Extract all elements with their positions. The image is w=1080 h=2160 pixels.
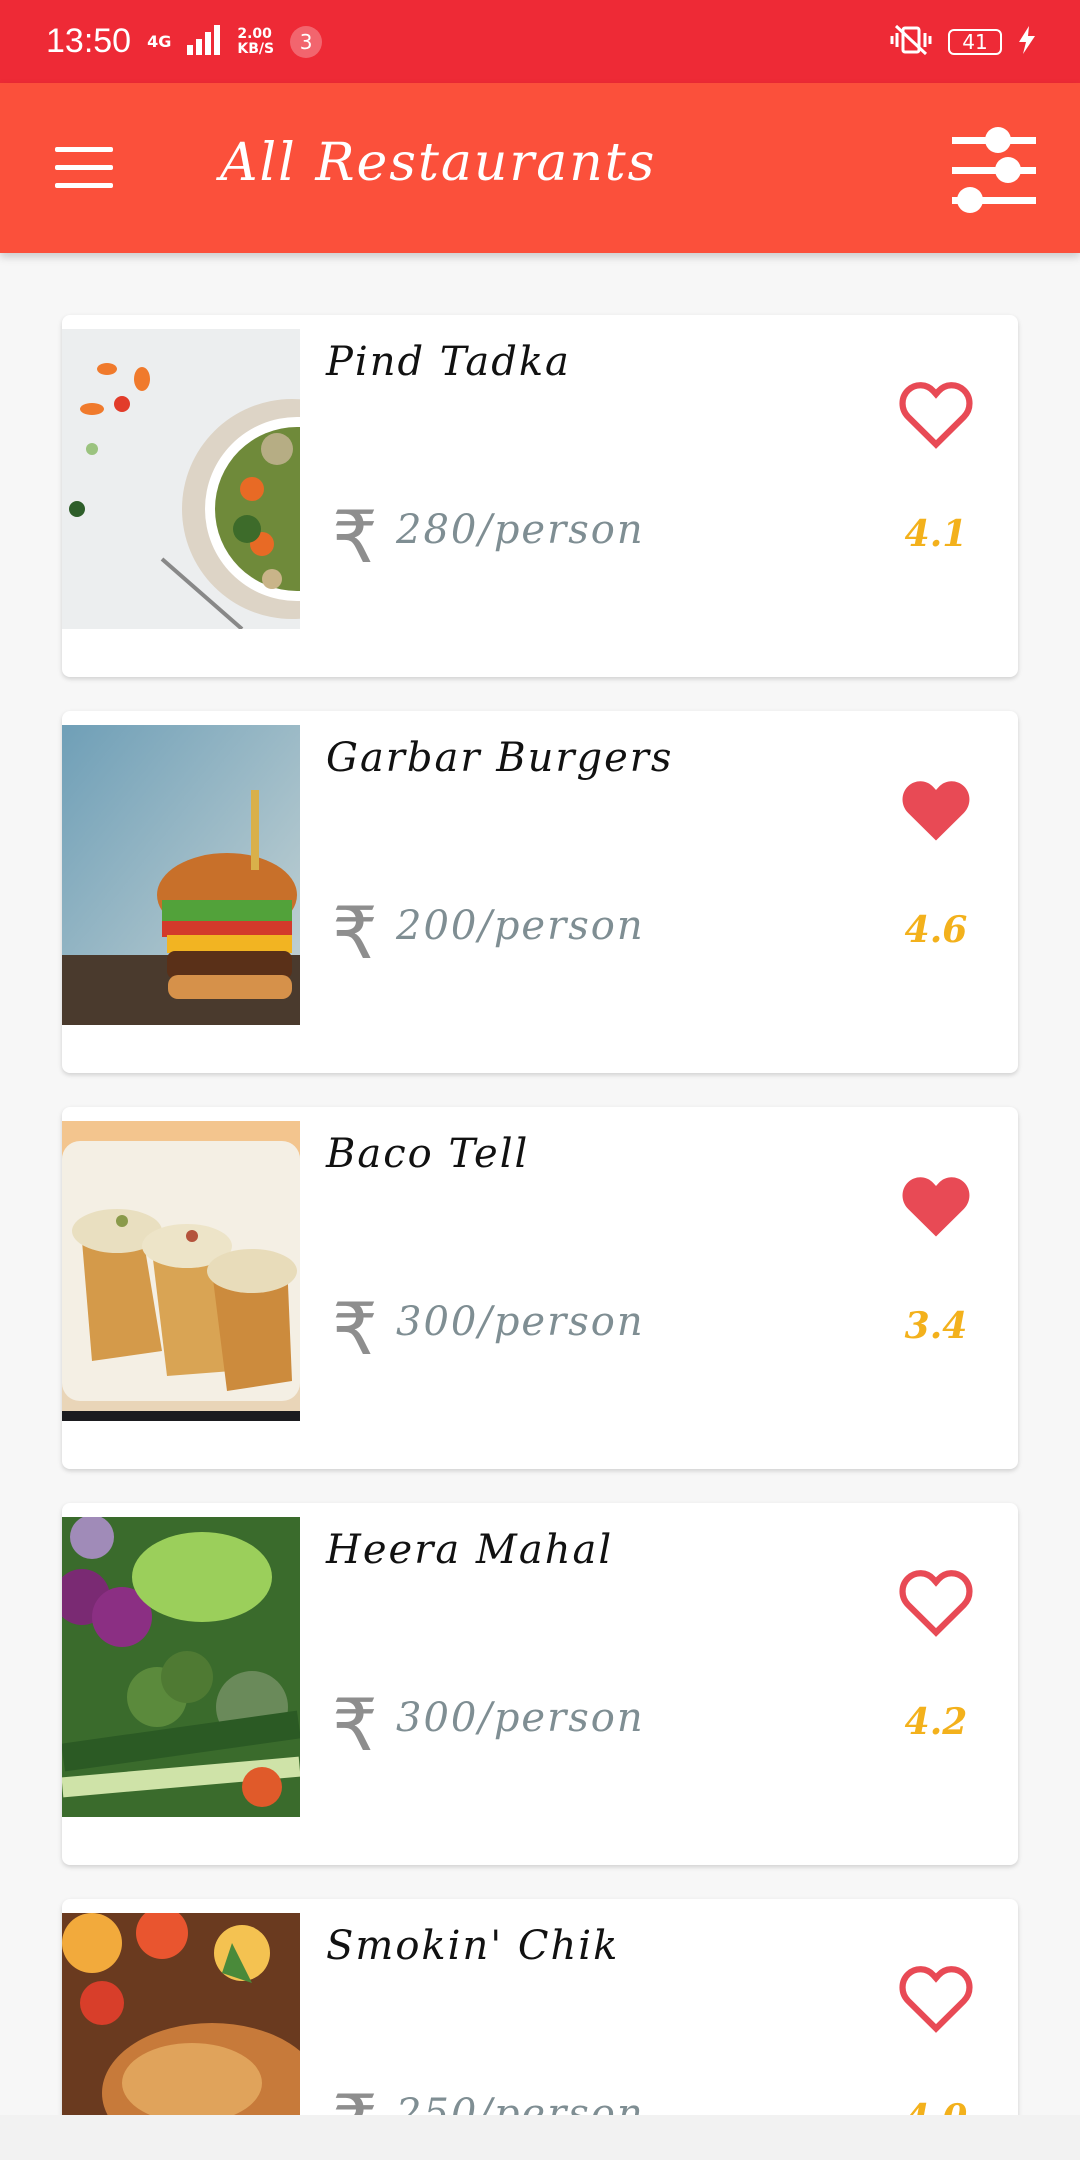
rupee-icon: ₹: [332, 2079, 378, 2115]
status-time: 13:50: [46, 22, 132, 60]
page-title: All Restaurants: [220, 133, 657, 193]
heart-outline-icon: [899, 1570, 973, 1637]
rupee-icon: ₹: [332, 1683, 378, 1767]
menu-icon: [55, 147, 113, 152]
heart-outline-icon: [899, 382, 973, 449]
restaurant-name: Smokin' Chik: [326, 1923, 620, 1969]
restaurant-list[interactable]: Pind Tadka ₹ 280/person 4.1 Garbar Burge…: [0, 253, 1080, 2115]
menu-icon-line: [55, 165, 113, 170]
rupee-icon: ₹: [332, 495, 378, 579]
favorite-button[interactable]: [896, 775, 976, 847]
restaurant-card[interactable]: Baco Tell ₹ 300/person 3.4: [62, 1107, 1018, 1469]
restaurant-rating: 4.6: [904, 909, 968, 951]
notification-badge: 3: [290, 25, 323, 58]
filter-button[interactable]: [952, 127, 1036, 213]
app-bar: All Restaurants: [0, 83, 1080, 253]
restaurant-price: 200/person: [396, 903, 645, 949]
restaurant-image: [62, 1913, 300, 2115]
restaurant-card[interactable]: Pind Tadka ₹ 280/person 4.1: [62, 315, 1018, 677]
restaurant-price: 280/person: [396, 507, 645, 553]
network-type: 4G: [147, 32, 172, 51]
restaurant-image: [62, 329, 300, 629]
heart-filled-icon: [902, 1177, 970, 1237]
restaurant-price: 300/person: [396, 1299, 645, 1345]
speed-unit: KB/S: [237, 40, 275, 57]
restaurant-name: Pind Tadka: [326, 339, 571, 385]
restaurant-name: Heera Mahal: [326, 1527, 614, 1573]
restaurant-price: 300/person: [396, 1695, 645, 1741]
favorite-button[interactable]: [896, 1171, 976, 1243]
restaurant-price: 250/person: [396, 2091, 645, 2115]
filter-sliders-icon: [952, 127, 1036, 213]
restaurant-image: [62, 725, 300, 1025]
restaurant-rating: 3.4: [904, 1305, 968, 1347]
restaurant-name: Baco Tell: [326, 1131, 530, 1177]
charging-icon: [1018, 25, 1036, 58]
battery-level: 41: [948, 28, 1002, 55]
restaurant-image: [62, 1121, 300, 1421]
menu-icon-line: [55, 183, 113, 188]
signal-icon: [187, 24, 221, 59]
rupee-icon: ₹: [332, 1287, 378, 1371]
favorite-button[interactable]: [896, 1567, 976, 1639]
restaurant-card[interactable]: Smokin' Chik ₹ 250/person 4.0: [62, 1899, 1018, 2115]
menu-button[interactable]: [55, 147, 113, 189]
status-right: 41: [890, 23, 1036, 61]
heart-outline-icon: [899, 1966, 973, 2033]
restaurant-card[interactable]: Heera Mahal ₹ 300/person 4.2: [62, 1503, 1018, 1865]
restaurant-name: Garbar Burgers: [326, 735, 674, 781]
status-left: 13:50 4G 2.00 KB/S 3: [46, 22, 323, 61]
vibrate-icon: [890, 23, 932, 61]
heart-filled-icon: [902, 781, 970, 841]
network-speed: 2.00 KB/S: [237, 25, 275, 57]
restaurant-image: [62, 1517, 300, 1817]
rupee-icon: ₹: [332, 891, 378, 975]
restaurant-rating: 4.0: [902, 2097, 970, 2115]
restaurant-rating: 4.2: [904, 1701, 968, 1743]
favorite-button[interactable]: [896, 1963, 976, 2035]
favorite-button[interactable]: [896, 379, 976, 451]
speed-value: 2.00: [237, 25, 272, 42]
bottom-strip: [0, 2115, 1080, 2160]
restaurant-rating: 4.1: [904, 513, 968, 555]
restaurant-card[interactable]: Garbar Burgers ₹ 200/person 4.6: [62, 711, 1018, 1073]
status-bar: 13:50 4G 2.00 KB/S 3 41: [0, 0, 1080, 83]
